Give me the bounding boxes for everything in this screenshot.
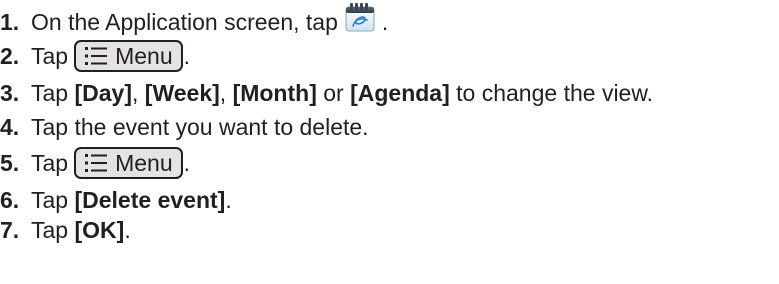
agenda-option: [Agenda] xyxy=(350,79,450,106)
step-text: to change the view. xyxy=(449,79,654,106)
menu-list-icon xyxy=(85,154,108,172)
step-number: 5. xyxy=(0,149,20,176)
month-option: [Month] xyxy=(232,79,317,106)
step-text: , xyxy=(132,79,145,106)
step-4: 4. Tap the event you want to delete. xyxy=(0,109,369,145)
step-text: Tap xyxy=(31,42,69,69)
step-5: 5. Tap Menu . xyxy=(0,145,190,181)
step-7: 7. Tap [OK]. xyxy=(0,212,131,248)
menu-key-button[interactable]: Menu xyxy=(74,40,183,72)
delete-event-option: [Delete event] xyxy=(74,186,226,213)
step-text: On the Application screen, tap xyxy=(31,8,338,35)
step-number: 1. xyxy=(0,8,20,35)
step-text: Tap xyxy=(31,149,69,176)
step-number: 4. xyxy=(0,113,20,140)
step-3: 3. Tap [Day], [Week], [Month] or [Agenda… xyxy=(0,75,653,111)
step-text-end: . xyxy=(183,42,191,69)
menu-key-button[interactable]: Menu xyxy=(74,147,183,179)
week-option: [Week] xyxy=(144,79,220,106)
step-number: 3. xyxy=(0,79,20,106)
step-number: 7. xyxy=(0,216,20,243)
step-number: 2. xyxy=(0,42,20,69)
step-text: Tap xyxy=(31,186,75,213)
step-text: . xyxy=(225,186,232,213)
step-text: . xyxy=(124,216,131,243)
step-text-end: . xyxy=(381,8,389,35)
step-text: Tap xyxy=(31,79,75,106)
step-text: or xyxy=(316,79,351,106)
step-text: Tap the event you want to delete. xyxy=(31,113,369,140)
step-number: 6. xyxy=(0,186,20,213)
step-text: , xyxy=(219,79,233,106)
menu-list-icon xyxy=(85,47,108,65)
calendar-app-icon[interactable] xyxy=(344,0,376,32)
day-option: [Day] xyxy=(74,79,132,106)
step-2: 2. Tap Menu . xyxy=(0,38,190,74)
ok-option: [OK] xyxy=(74,216,125,243)
step-text-end: . xyxy=(183,149,191,176)
step-1: 1. On the Application screen, tap . xyxy=(0,3,389,40)
step-text: Tap xyxy=(31,216,75,243)
menu-key-label: Menu xyxy=(115,42,173,69)
menu-key-label: Menu xyxy=(115,149,173,176)
